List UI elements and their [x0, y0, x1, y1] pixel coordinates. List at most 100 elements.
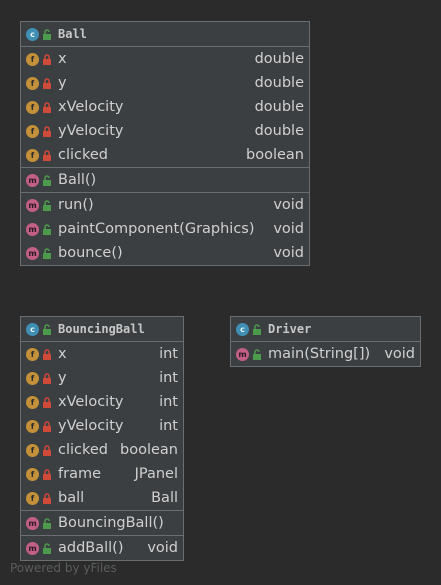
field-row[interactable]: f frame JPanel — [21, 462, 183, 486]
unlocked-icon — [43, 247, 51, 259]
class-node-ball[interactable]: c Ball f x double f y double f xVelocity… — [20, 21, 310, 266]
field-name: yVelocity — [58, 123, 124, 139]
method-name: paintComponent(Graphics) — [58, 221, 255, 237]
class-name: Driver — [268, 322, 312, 336]
lock-icon — [43, 77, 51, 89]
field-row[interactable]: f ball Ball — [21, 486, 183, 510]
field-name: xVelocity — [58, 99, 124, 115]
yfiles-watermark: Powered by yFiles — [10, 561, 117, 575]
field-row[interactable]: f yVelocity double — [21, 119, 309, 143]
field-row[interactable]: f x double — [21, 47, 309, 71]
field-name: ball — [58, 490, 85, 506]
class-icon: c — [26, 27, 39, 41]
field-row[interactable]: f xVelocity int — [21, 390, 183, 414]
method-name: main(String[]) — [268, 346, 371, 362]
lock-icon — [43, 492, 51, 504]
method-return-type: void — [273, 197, 304, 213]
field-name: frame — [58, 466, 101, 482]
field-icon: f — [26, 491, 39, 505]
class-node-driver[interactable]: c Driver m main(String[]) void — [230, 316, 421, 367]
method-icon: m — [26, 541, 39, 555]
unlocked-icon — [253, 348, 261, 360]
field-type: double — [254, 75, 304, 91]
method-name: run() — [58, 197, 94, 213]
methods-section: m run() void m paintComponent(Graphics) … — [21, 193, 309, 265]
field-name: y — [58, 75, 67, 91]
method-row[interactable]: m run() void — [21, 193, 309, 217]
constructor-row[interactable]: m Ball() — [21, 168, 309, 192]
field-type: int — [159, 346, 178, 362]
lock-icon — [43, 420, 51, 432]
method-icon: m — [26, 222, 39, 236]
field-type: double — [254, 123, 304, 139]
constructor-row[interactable]: m BouncingBall() — [21, 511, 183, 535]
field-row[interactable]: f clicked boolean — [21, 438, 183, 462]
field-row[interactable]: f yVelocity int — [21, 414, 183, 438]
class-header: c Driver — [231, 317, 420, 342]
method-row[interactable]: m main(String[]) void — [231, 342, 420, 366]
unlocked-icon — [253, 323, 261, 335]
field-row[interactable]: f y double — [21, 71, 309, 95]
field-icon: f — [26, 467, 39, 481]
field-type: int — [159, 370, 178, 386]
lock-icon — [43, 348, 51, 360]
method-return-type: void — [147, 540, 178, 556]
fields-section: f x int f y int f xVelocity int f yVeloc… — [21, 342, 183, 511]
field-row[interactable]: f x int — [21, 342, 183, 366]
class-icon: c — [26, 322, 39, 336]
unlocked-icon — [43, 323, 51, 335]
field-name: xVelocity — [58, 394, 124, 410]
lock-icon — [43, 444, 51, 456]
field-icon: f — [26, 124, 39, 138]
unlocked-icon — [43, 542, 51, 554]
method-name: addBall() — [58, 540, 124, 556]
field-type: int — [159, 418, 178, 434]
field-icon: f — [26, 148, 39, 162]
field-name: x — [58, 346, 67, 362]
method-return-type: void — [273, 221, 304, 237]
field-type: double — [254, 51, 304, 67]
methods-section: m addBall() void — [21, 536, 183, 560]
field-name: clicked — [58, 147, 109, 163]
lock-icon — [43, 396, 51, 408]
lock-icon — [43, 125, 51, 137]
lock-icon — [43, 468, 51, 480]
field-icon: f — [26, 395, 39, 409]
method-return-type: void — [384, 346, 415, 362]
unlocked-icon — [43, 28, 51, 40]
field-icon: f — [26, 100, 39, 114]
lock-icon — [43, 53, 51, 65]
lock-icon — [43, 149, 51, 161]
method-icon: m — [26, 198, 39, 212]
field-row[interactable]: f y int — [21, 366, 183, 390]
method-row[interactable]: m bounce() void — [21, 241, 309, 265]
field-type: double — [254, 99, 304, 115]
unlocked-icon — [43, 517, 51, 529]
field-name: yVelocity — [58, 418, 124, 434]
method-icon: m — [26, 246, 39, 260]
class-node-bouncingball[interactable]: c BouncingBall f x int f y int f xVeloci… — [20, 316, 184, 561]
constructor-name: Ball() — [58, 172, 97, 188]
unlocked-icon — [43, 199, 51, 211]
field-icon: f — [26, 347, 39, 361]
method-name: bounce() — [58, 245, 123, 261]
unlocked-icon — [43, 174, 51, 186]
field-name: x — [58, 51, 67, 67]
field-name: y — [58, 370, 67, 386]
field-type: Ball — [151, 490, 178, 506]
constructor-name: BouncingBall() — [58, 515, 164, 531]
field-row[interactable]: f clicked boolean — [21, 143, 309, 167]
method-icon: m — [26, 516, 39, 530]
field-icon: f — [26, 371, 39, 385]
method-icon: m — [236, 347, 249, 361]
constructors-section: m BouncingBall() — [21, 511, 183, 536]
field-row[interactable]: f xVelocity double — [21, 95, 309, 119]
lock-icon — [43, 372, 51, 384]
method-row[interactable]: m addBall() void — [21, 536, 183, 560]
fields-section: f x double f y double f xVelocity double… — [21, 47, 309, 168]
unlocked-icon — [43, 223, 51, 235]
method-row[interactable]: m paintComponent(Graphics) void — [21, 217, 309, 241]
field-icon: f — [26, 76, 39, 90]
constructors-section: m Ball() — [21, 168, 309, 193]
class-name: Ball — [58, 27, 87, 41]
